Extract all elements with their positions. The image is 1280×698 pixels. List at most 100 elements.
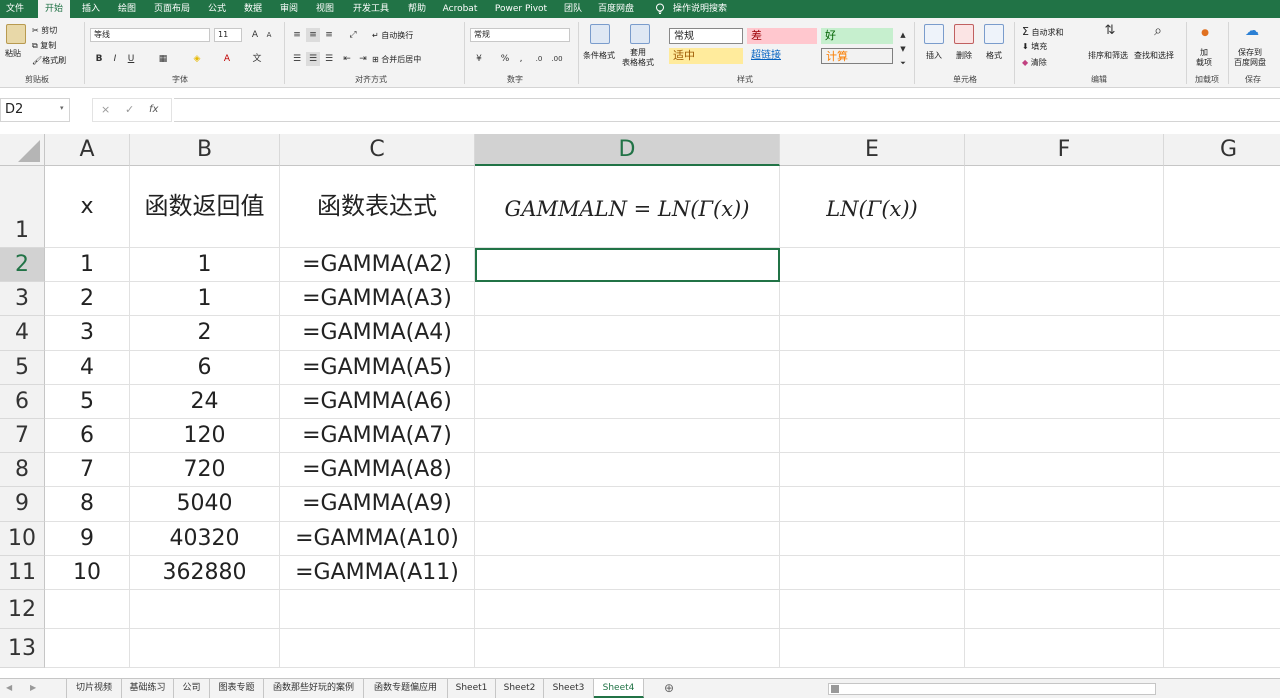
sheet-tab[interactable]: 函数那些好玩的案例: [264, 679, 364, 698]
cell-c9[interactable]: =GAMMA(A9): [280, 487, 475, 522]
format-cells-button[interactable]: 格式: [986, 50, 1002, 61]
cell-c7[interactable]: =GAMMA(A7): [280, 419, 475, 454]
format-cells-icon[interactable]: [984, 24, 1004, 44]
cell-f9[interactable]: [965, 487, 1164, 522]
find-select-button[interactable]: 查找和选择: [1134, 50, 1174, 61]
cell-e6[interactable]: [780, 384, 965, 419]
tab-power-pivot[interactable]: Power Pivot: [490, 0, 552, 18]
cell-b6[interactable]: 24: [130, 384, 280, 419]
column-header-c[interactable]: C: [280, 134, 475, 166]
tab-file[interactable]: 文件: [2, 0, 28, 18]
wrap-text-button[interactable]: ↵ 自动换行: [372, 30, 413, 41]
horizontal-scrollbar[interactable]: [828, 683, 1156, 695]
cell-c4[interactable]: =GAMMA(A4): [280, 316, 475, 351]
cell-c11[interactable]: =GAMMA(A11): [280, 555, 475, 590]
cell-f2[interactable]: [965, 248, 1164, 283]
align-middle-icon[interactable]: ≡: [306, 28, 320, 42]
cell-e7[interactable]: [780, 419, 965, 454]
sort-filter-icon[interactable]: ⇅: [1100, 24, 1120, 44]
cell-g5[interactable]: [1164, 351, 1280, 385]
cell-a1[interactable]: x: [45, 166, 130, 248]
cell-b9[interactable]: 5040: [130, 487, 280, 522]
increase-decimal-icon[interactable]: .0: [532, 52, 546, 66]
cell-f11[interactable]: [965, 555, 1164, 590]
column-header-e[interactable]: E: [780, 134, 965, 166]
cell-f3[interactable]: [965, 282, 1164, 317]
italic-button[interactable]: I: [108, 52, 122, 66]
cell-a2[interactable]: 1: [45, 248, 130, 283]
sheet-tab[interactable]: 切片视频: [66, 679, 122, 698]
cell-f10[interactable]: [965, 521, 1164, 556]
cell-b10[interactable]: 40320: [130, 521, 280, 556]
cell-d6[interactable]: [475, 384, 780, 419]
cell-c6[interactable]: =GAMMA(A6): [280, 384, 475, 419]
row-header-9[interactable]: 9: [0, 487, 45, 522]
row-header-1[interactable]: 1: [0, 166, 45, 248]
row-header-4[interactable]: 4: [0, 316, 45, 351]
cell-b11[interactable]: 362880: [130, 555, 280, 590]
comma-button[interactable]: ,: [514, 52, 528, 66]
row-header-8[interactable]: 8: [0, 453, 45, 488]
style-calculation[interactable]: 计算: [821, 48, 893, 64]
cell-f1[interactable]: [965, 166, 1164, 248]
percent-button[interactable]: %: [498, 52, 512, 66]
delete-cells-icon[interactable]: [954, 24, 974, 44]
tab-page-layout[interactable]: 页面布局: [148, 0, 196, 18]
align-right-icon[interactable]: ☰: [322, 52, 336, 66]
sheet-tab[interactable]: 基础练习: [122, 679, 174, 698]
align-left-icon[interactable]: ☰: [290, 52, 304, 66]
paste-icon[interactable]: [6, 24, 26, 44]
cell-d7[interactable]: [475, 419, 780, 454]
cell-f7[interactable]: [965, 419, 1164, 454]
row-header-3[interactable]: 3: [0, 282, 45, 317]
cell-f5[interactable]: [965, 350, 1164, 385]
font-color-button[interactable]: A: [220, 52, 234, 66]
cell-g12[interactable]: [1164, 590, 1280, 629]
row-header-6[interactable]: 6: [0, 384, 45, 419]
font-size-select[interactable]: 11: [214, 28, 242, 42]
style-good[interactable]: 好: [821, 28, 893, 44]
cell-f8[interactable]: [965, 453, 1164, 488]
cell-a7[interactable]: 6: [45, 419, 130, 454]
cell-a6[interactable]: 5: [45, 384, 130, 419]
column-header-f[interactable]: F: [965, 134, 1164, 166]
tab-insert[interactable]: 插入: [76, 0, 106, 18]
cell-d3[interactable]: [475, 282, 780, 317]
cell-g11[interactable]: [1164, 556, 1280, 590]
cell-e1-formula-image[interactable]: LN(Γ(x)): [780, 166, 965, 248]
add-sheet-icon[interactable]: ⊕: [664, 681, 674, 695]
cell-c5[interactable]: =GAMMA(A5): [280, 350, 475, 385]
name-box-dropdown-icon[interactable]: ▾: [60, 104, 64, 112]
cell-c8[interactable]: =GAMMA(A8): [280, 453, 475, 488]
sheet-tab-active[interactable]: Sheet4: [594, 679, 644, 698]
style-normal[interactable]: 常规: [669, 28, 743, 44]
tab-baidu[interactable]: 百度网盘: [594, 0, 638, 18]
cell-g1[interactable]: [1164, 166, 1280, 248]
sheet-tab[interactable]: Sheet3: [544, 679, 594, 698]
column-header-b[interactable]: B: [130, 134, 280, 166]
tab-acrobat[interactable]: Acrobat: [438, 0, 482, 18]
cell-e8[interactable]: [780, 453, 965, 488]
cell-a3[interactable]: 2: [45, 282, 130, 317]
cell-d8[interactable]: [475, 453, 780, 488]
cell-a8[interactable]: 7: [45, 453, 130, 488]
cell-e9[interactable]: [780, 487, 965, 522]
align-bottom-icon[interactable]: ≡: [322, 28, 336, 42]
cell-g7[interactable]: [1164, 419, 1280, 454]
cell-g9[interactable]: [1164, 487, 1280, 522]
tab-formulas[interactable]: 公式: [202, 0, 232, 18]
cell-d13[interactable]: [475, 629, 780, 668]
fill-color-icon[interactable]: ◈: [190, 52, 204, 66]
delete-cells-button[interactable]: 删除: [956, 50, 972, 61]
orientation-icon[interactable]: ⤢: [346, 28, 360, 42]
cell-b3[interactable]: 1: [130, 282, 280, 317]
cell-a11[interactable]: 10: [45, 555, 130, 590]
tab-data[interactable]: 数据: [238, 0, 268, 18]
scrollbar-thumb[interactable]: [831, 685, 839, 693]
row-header-13[interactable]: 13: [0, 629, 45, 668]
increase-font-icon[interactable]: A: [248, 28, 262, 42]
cell-c12[interactable]: [280, 590, 475, 629]
conditional-format-button[interactable]: 条件格式: [583, 50, 615, 61]
cell-e10[interactable]: [780, 521, 965, 556]
row-header-5[interactable]: 5: [0, 350, 45, 385]
